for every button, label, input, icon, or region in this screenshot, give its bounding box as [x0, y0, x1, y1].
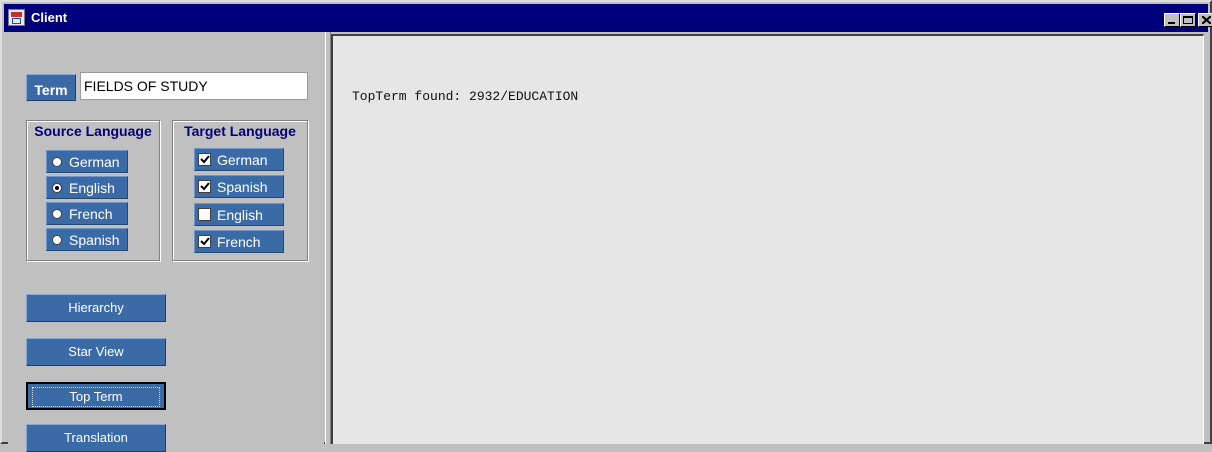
source-option-label: French — [69, 206, 113, 222]
checkbox-checked-icon[interactable] — [198, 180, 211, 193]
target-option-french[interactable]: French — [194, 230, 284, 253]
title-bar[interactable]: Client — [4, 4, 1212, 32]
output-pane[interactable]: TopTerm found: 2932/EDUCATION — [331, 34, 1204, 444]
translation-button[interactable]: Translation — [26, 424, 166, 452]
source-option-spanish[interactable]: Spanish — [46, 228, 128, 251]
target-option-german[interactable]: German — [194, 148, 284, 171]
target-language-title: Target Language — [184, 123, 296, 139]
target-option-spanish[interactable]: Spanish — [194, 175, 284, 198]
top-term-button[interactable]: Top Term — [26, 382, 166, 410]
source-option-german[interactable]: German — [46, 150, 128, 173]
source-option-label: German — [69, 154, 120, 170]
target-option-english[interactable]: English — [194, 203, 284, 226]
target-option-label: German — [217, 152, 268, 168]
target-option-label: Spanish — [217, 179, 268, 195]
source-option-label: English — [69, 180, 115, 196]
radio-icon[interactable] — [52, 235, 62, 245]
radio-icon[interactable] — [52, 157, 62, 167]
hierarchy-button[interactable]: Hierarchy — [26, 294, 166, 322]
source-option-label: Spanish — [69, 232, 120, 248]
app-icon — [8, 9, 25, 26]
checkbox-checked-icon[interactable] — [198, 235, 211, 248]
close-icon[interactable] — [1198, 13, 1212, 27]
source-option-english[interactable]: English — [46, 176, 128, 199]
window-title: Client — [31, 10, 68, 25]
checkbox-icon[interactable] — [198, 208, 211, 221]
term-input[interactable] — [80, 72, 308, 100]
top-term-button-label: Top Term — [32, 387, 160, 407]
radio-selected-icon[interactable] — [52, 183, 62, 193]
minimize-icon[interactable] — [1164, 13, 1180, 27]
target-option-label: French — [217, 234, 261, 250]
radio-icon[interactable] — [52, 209, 62, 219]
star-view-button[interactable]: Star View — [26, 338, 166, 366]
target-option-label: English — [217, 207, 263, 223]
source-language-title: Source Language — [34, 123, 152, 139]
source-option-french[interactable]: French — [46, 202, 128, 225]
checkbox-checked-icon[interactable] — [198, 153, 211, 166]
maximize-icon[interactable] — [1180, 13, 1196, 27]
output-text: TopTerm found: 2932/EDUCATION — [352, 89, 579, 104]
term-label: Term — [26, 74, 76, 101]
